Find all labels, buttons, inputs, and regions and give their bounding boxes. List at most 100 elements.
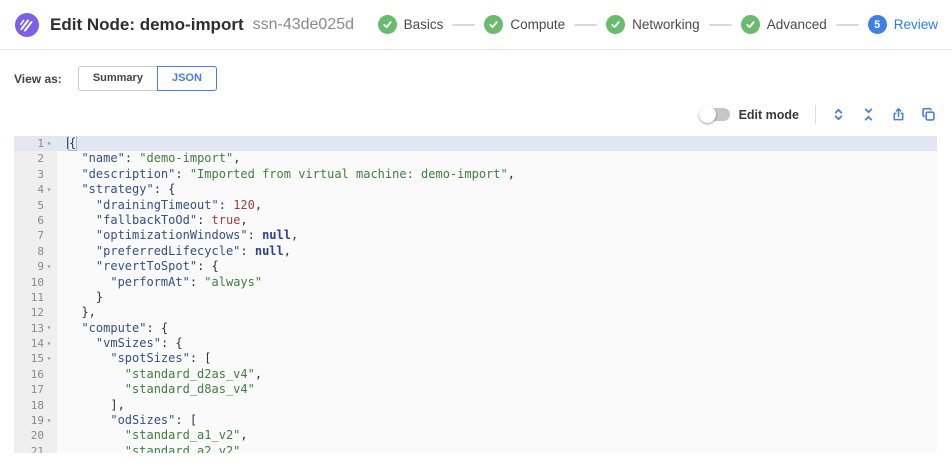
line-number-row: 12▾ [14,305,57,320]
code-line[interactable]: "vmSizes": { [57,336,937,351]
code-line[interactable]: "revertToSpot": { [57,259,937,274]
code-line[interactable]: "optimizationWindows": null, [57,228,937,243]
code-line[interactable]: "description": "Imported from virtual ma… [57,167,937,182]
expand-icon[interactable] [830,106,847,123]
line-number: 7 [37,228,44,243]
line-number-row: 3▾ [14,167,57,182]
code-line[interactable]: }, [57,305,937,320]
line-number: 11 [31,290,44,305]
fold-arrow-icon[interactable]: ▾ [44,140,54,148]
code-line[interactable]: "drainingTimeout": 120, [57,198,937,213]
line-number-row: 9▾ [14,259,57,274]
code-token [67,228,96,242]
line-number: 14 [31,336,44,351]
view-as-json-button[interactable]: JSON [157,66,217,91]
code-line[interactable]: "standard_d8as_v4" [57,382,937,397]
view-as-summary-button[interactable]: Summary [78,66,158,91]
fold-arrow-icon[interactable]: ▾ [44,417,54,425]
code-token: : [240,244,254,258]
line-number: 16 [31,367,44,382]
code-token: "strategy" [81,182,153,196]
code-token [67,275,110,289]
step-label: Review [894,17,938,32]
code-token [67,259,96,273]
line-number: 5 [37,198,44,213]
code-token [67,151,81,165]
code-token: "description" [81,167,175,181]
check-icon [741,15,760,34]
code-token: , [255,367,262,381]
code-token: , [233,151,240,165]
step-review[interactable]: 5Review [868,15,938,34]
line-number-row: 17▾ [14,382,57,397]
code-token: "vmSizes" [96,336,161,350]
code-line[interactable]: "standard_a1_v2", [57,428,937,443]
code-token [67,198,96,212]
code-token: , [240,213,247,227]
wizard-stepper: Basics Compute Networking Advanced 5Review [378,15,938,34]
code-line[interactable]: "fallbackToOd": true, [57,213,937,228]
copy-icon[interactable] [920,106,937,123]
code-token [67,444,125,453]
code-token: "performAt" [110,275,189,289]
step-basics[interactable]: Basics [378,15,444,34]
line-number-row: 10▾ [14,275,57,290]
collapse-icon[interactable] [860,106,877,123]
editor-gutter: 1▾2▾3▾4▾5▾6▾7▾8▾9▾10▾11▾12▾13▾14▾15▾16▾1… [14,136,57,453]
code-line[interactable]: "odSizes": [ [57,413,937,428]
line-number-row: 21▾ [14,444,57,453]
code-line[interactable]: "strategy": { [57,182,937,197]
code-token [67,413,110,427]
line-number-row: 4▾ [14,182,57,197]
code-token: "compute" [81,321,146,335]
code-line[interactable]: "compute": { [57,321,937,336]
code-token: "standard_a1_v2" [125,428,241,442]
code-line[interactable]: "name": "demo-import", [57,151,937,166]
code-token [67,244,96,258]
code-line[interactable]: } [57,290,937,305]
toolbar-divider [815,105,816,124]
step-networking[interactable]: Networking [606,15,700,34]
code-token: "always" [204,275,262,289]
fold-arrow-icon[interactable]: ▾ [44,263,54,271]
line-number: 17 [31,382,44,397]
code-line[interactable]: "spotSizes": [ [57,351,937,366]
code-token: "fallbackToOd" [96,213,197,227]
code-line[interactable]: "standard_a2_v2" [57,444,937,453]
line-number-row: 18▾ [14,398,57,413]
code-line[interactable]: "preferredLifecycle": null, [57,244,937,259]
code-token: , [240,428,247,442]
code-token: "name" [81,151,124,165]
step-connector [709,24,732,26]
fold-arrow-icon[interactable]: ▾ [44,324,54,332]
code-token: : { [146,321,168,335]
code-token: null [262,228,291,242]
code-token [67,351,110,365]
spot-logo-icon [14,12,40,38]
step-label: Compute [510,17,565,32]
line-number: 21 [31,444,44,453]
code-line[interactable]: { [57,136,937,151]
editor-code-area[interactable]: { "name": "demo-import", "description": … [57,136,937,453]
fold-arrow-icon[interactable]: ▾ [44,186,54,194]
fold-arrow-icon[interactable]: ▾ [44,340,54,348]
fold-arrow-icon[interactable]: ▾ [44,355,54,363]
export-icon[interactable] [890,106,907,123]
json-editor[interactable]: 1▾2▾3▾4▾5▾6▾7▾8▾9▾10▾11▾12▾13▾14▾15▾16▾1… [14,136,937,453]
edit-mode-toggle[interactable] [700,108,730,121]
step-label: Advanced [767,17,827,32]
view-as-label: View as: [14,72,62,86]
step-connector [452,24,475,26]
code-token: "revertToSpot" [96,259,197,273]
code-line[interactable]: "standard_d2as_v4", [57,367,937,382]
code-line[interactable]: ], [57,398,937,413]
step-advanced[interactable]: Advanced [741,15,827,34]
line-number-row: 1▾ [14,136,57,151]
code-token: true [212,213,241,227]
code-line[interactable]: "performAt": "always" [57,275,937,290]
code-token: "standard_d8as_v4" [125,382,255,396]
step-compute[interactable]: Compute [484,15,565,34]
line-number: 1 [37,136,44,151]
step-connector [836,24,859,26]
line-number: 20 [31,428,44,443]
